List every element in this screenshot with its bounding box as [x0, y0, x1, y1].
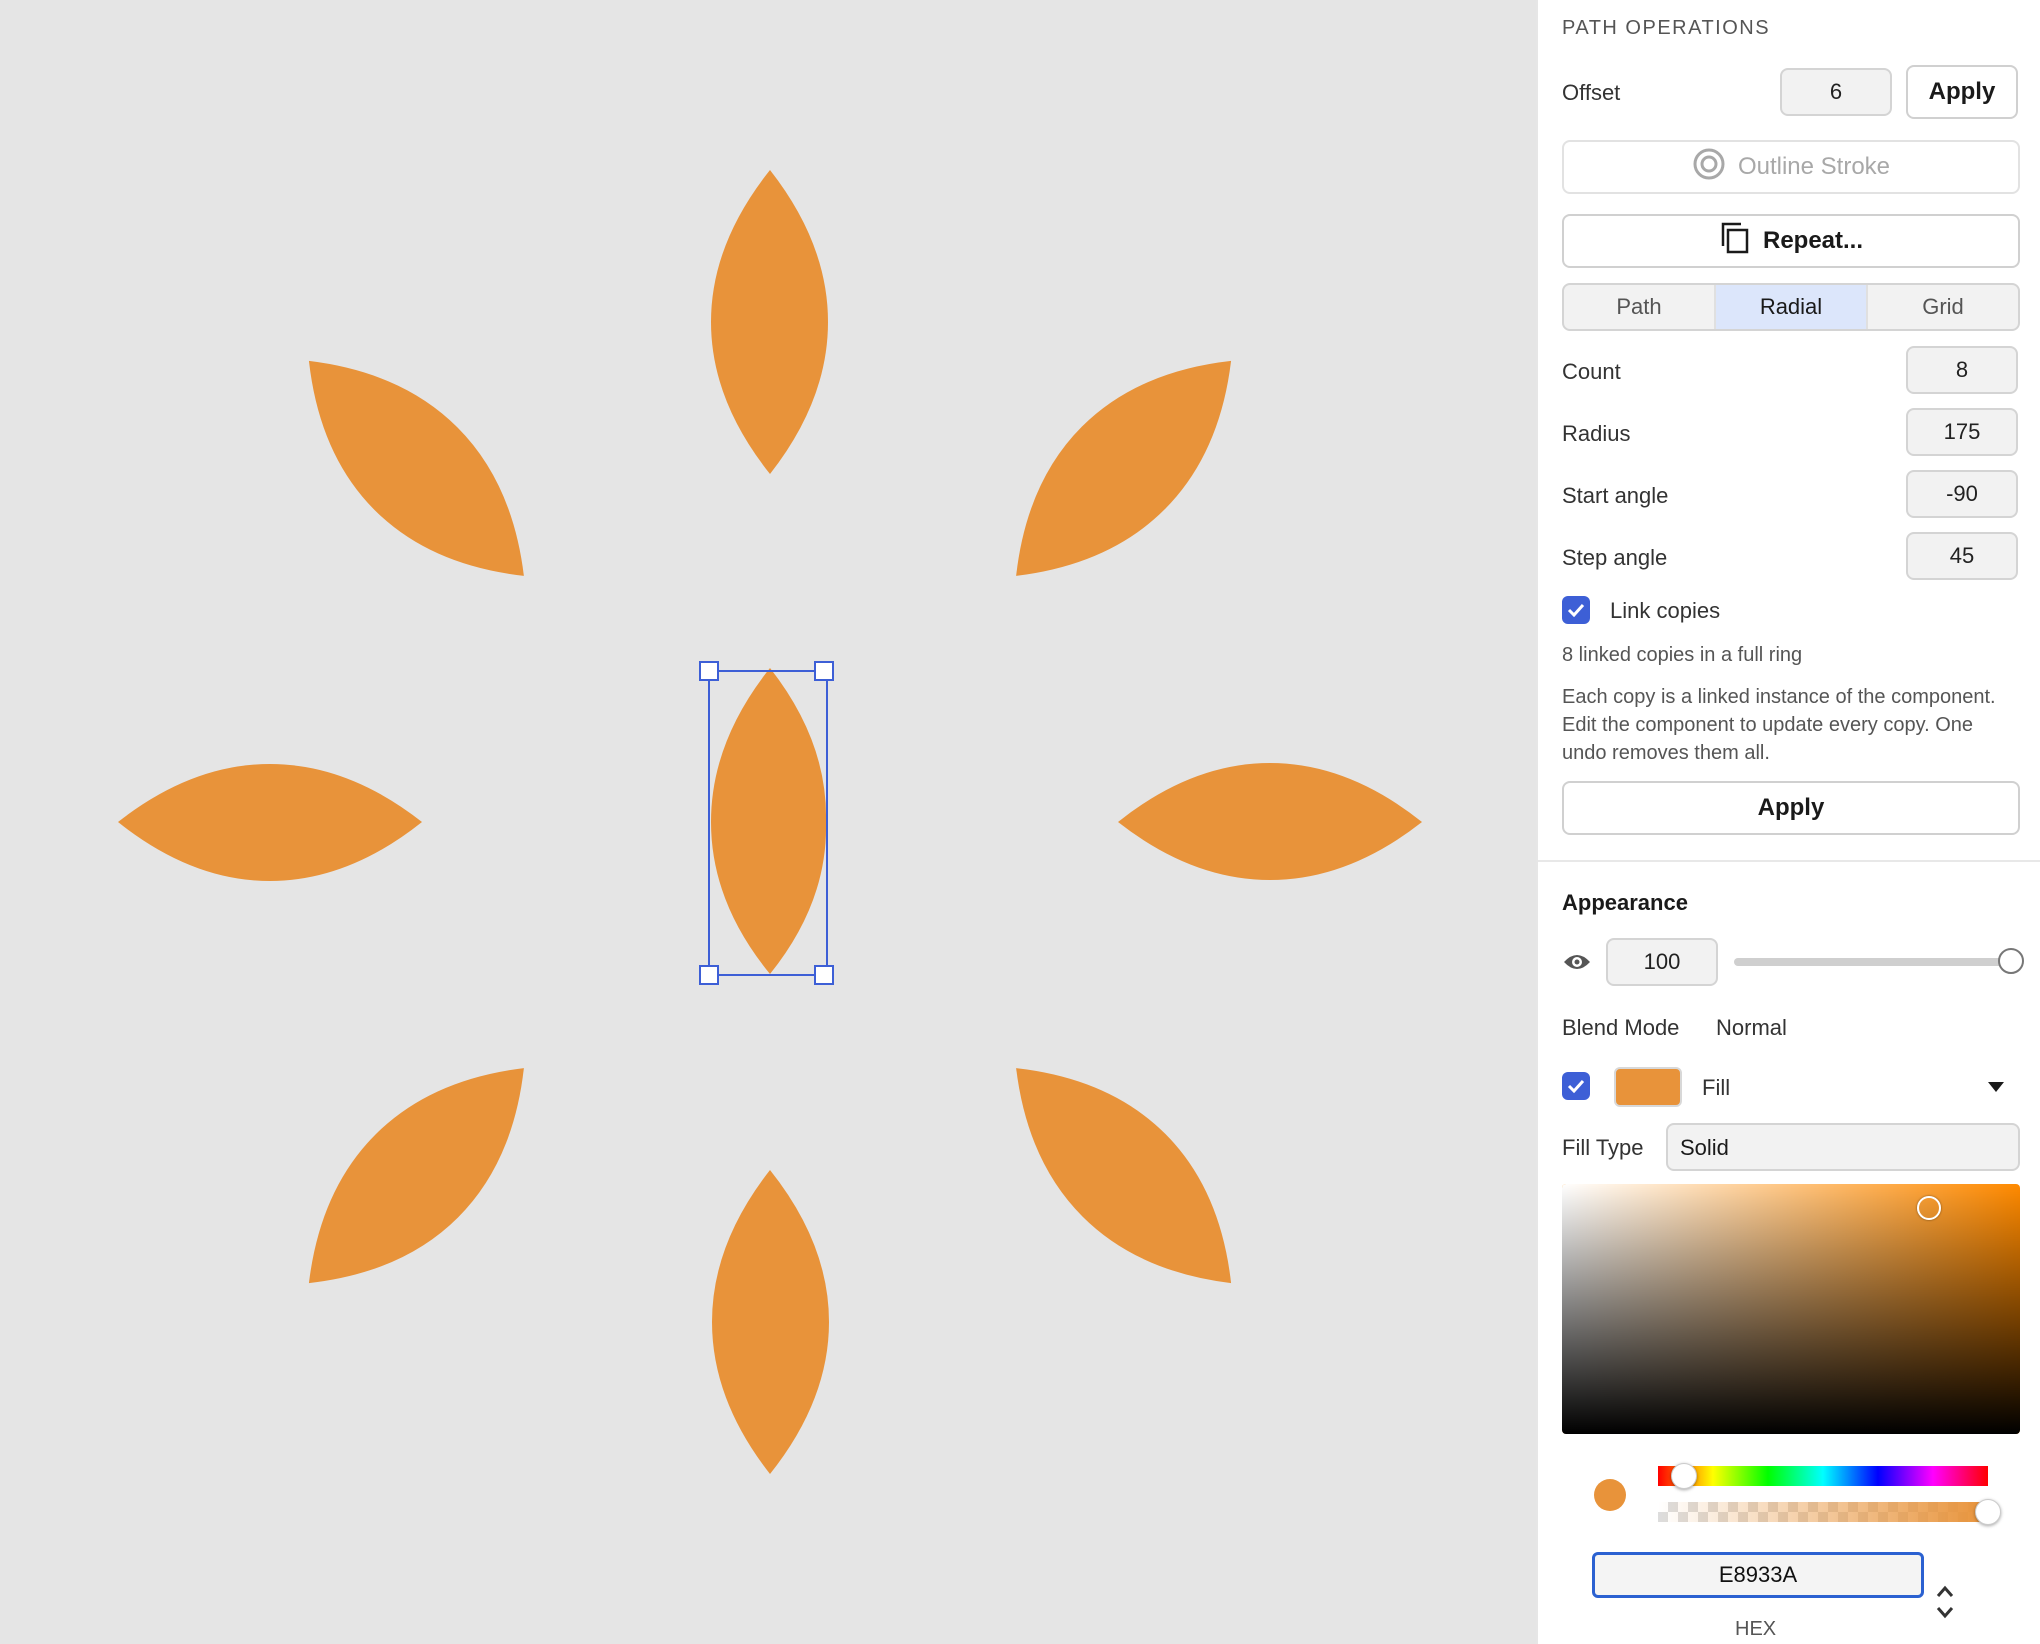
petal-copy[interactable] — [974, 319, 1272, 617]
blend-mode-label: Blend Mode — [1562, 1015, 1680, 1040]
resize-handle-top-right[interactable] — [814, 661, 834, 681]
opacity-slider-handle[interactable] — [1998, 948, 2024, 974]
canvas-artwork[interactable] — [0, 0, 1536, 1644]
tab-radial[interactable]: Radial — [1714, 285, 1866, 329]
start-angle-input[interactable]: -90 — [1906, 470, 2018, 518]
source-petal-component[interactable] — [711, 668, 827, 974]
start-angle-label: Start angle — [1562, 483, 1669, 508]
hue-slider-handle[interactable] — [1671, 1463, 1698, 1489]
properties-panel: PATH OPERATIONS Offset 6 Apply Outline S… — [1536, 0, 2040, 1644]
offset-label: Offset — [1562, 80, 1621, 105]
alpha-slider-handle[interactable] — [1975, 1499, 2001, 1525]
tab-grid[interactable]: Grid — [1866, 285, 2018, 329]
opacity-slider-track[interactable] — [1734, 948, 2024, 974]
checkmark-icon — [1567, 1079, 1585, 1093]
radius-input[interactable]: 175 — [1906, 408, 2018, 456]
resize-handle-bottom-right[interactable] — [814, 965, 834, 985]
hex-input[interactable]: E8933A — [1592, 1552, 1924, 1598]
checkmark-icon — [1567, 603, 1585, 617]
alpha-slider[interactable] — [1658, 1499, 2001, 1525]
step-angle-input[interactable]: 45 — [1906, 532, 2018, 580]
resize-handle-top-left[interactable] — [699, 661, 719, 681]
count-label: Count — [1562, 359, 1621, 384]
fill-label: Fill — [1702, 1075, 1731, 1100]
hue-slider[interactable] — [1658, 1463, 1988, 1489]
petal-copy[interactable] — [118, 764, 422, 881]
petal-copy[interactable] — [1118, 763, 1422, 880]
outline-stroke-label: Outline Stroke — [1737, 153, 1891, 180]
copies-summary: 8 linked copies in a full ring — [1562, 644, 1803, 666]
copy-icon — [1719, 221, 1751, 262]
section-title-path-operations: PATH OPERATIONS — [1562, 17, 1771, 39]
outline-stroke-button[interactable]: Outline Stroke — [1562, 140, 2020, 194]
saturation-value-picker[interactable] — [1562, 1184, 2020, 1434]
color-preview-dot — [1594, 1479, 1626, 1511]
step-angle-label: Step angle — [1562, 545, 1668, 570]
petal-copy[interactable] — [712, 1170, 829, 1474]
repeat-mode-tabs: Path Radial Grid — [1562, 283, 2020, 331]
fill-type-label: Fill Type — [1562, 1135, 1644, 1160]
hex-label: HEX — [1735, 1618, 1777, 1640]
offset-input[interactable]: 6 — [1780, 68, 1892, 116]
copies-description: Each copy is a linked instance of the co… — [1562, 686, 1996, 764]
section-divider — [1538, 860, 2040, 862]
repeat-button[interactable]: Repeat... — [1562, 214, 2020, 268]
repeat-label: Repeat... — [1762, 227, 1864, 254]
up-down-stepper-icon[interactable] — [1934, 1582, 1956, 1627]
resize-handle-bottom-left[interactable] — [699, 965, 719, 985]
fill-enabled-checkbox[interactable] — [1562, 1072, 1590, 1100]
fill-type-select[interactable]: Solid — [1666, 1123, 2020, 1171]
outline-stroke-icon — [1692, 147, 1726, 188]
petal-copy[interactable] — [268, 1027, 566, 1325]
appearance-title: Appearance — [1562, 890, 1688, 915]
petal-copy[interactable] — [267, 320, 565, 618]
fill-color-swatch[interactable] — [1614, 1067, 1682, 1107]
value-gradient — [1562, 1184, 2020, 1434]
design-canvas[interactable] — [0, 0, 1536, 1644]
opacity-input[interactable]: 100 — [1606, 938, 1718, 986]
count-input[interactable]: 8 — [1906, 346, 2018, 394]
petal-copy[interactable] — [975, 1026, 1273, 1324]
petal-copy[interactable] — [711, 170, 828, 474]
blend-mode-value[interactable]: Normal — [1716, 1015, 1787, 1041]
link-copies-checkbox[interactable] — [1562, 596, 1590, 624]
tab-path[interactable]: Path — [1564, 285, 1714, 329]
saturation-value-handle[interactable] — [1917, 1196, 1941, 1220]
offset-apply-button[interactable]: Apply — [1906, 65, 2018, 119]
radius-label: Radius — [1562, 421, 1631, 446]
chevron-down-icon[interactable] — [1986, 1080, 2006, 1099]
link-copies-label: Link copies — [1610, 598, 1721, 623]
repeat-apply-button[interactable]: Apply — [1562, 781, 2020, 835]
eye-icon[interactable] — [1562, 950, 1592, 979]
